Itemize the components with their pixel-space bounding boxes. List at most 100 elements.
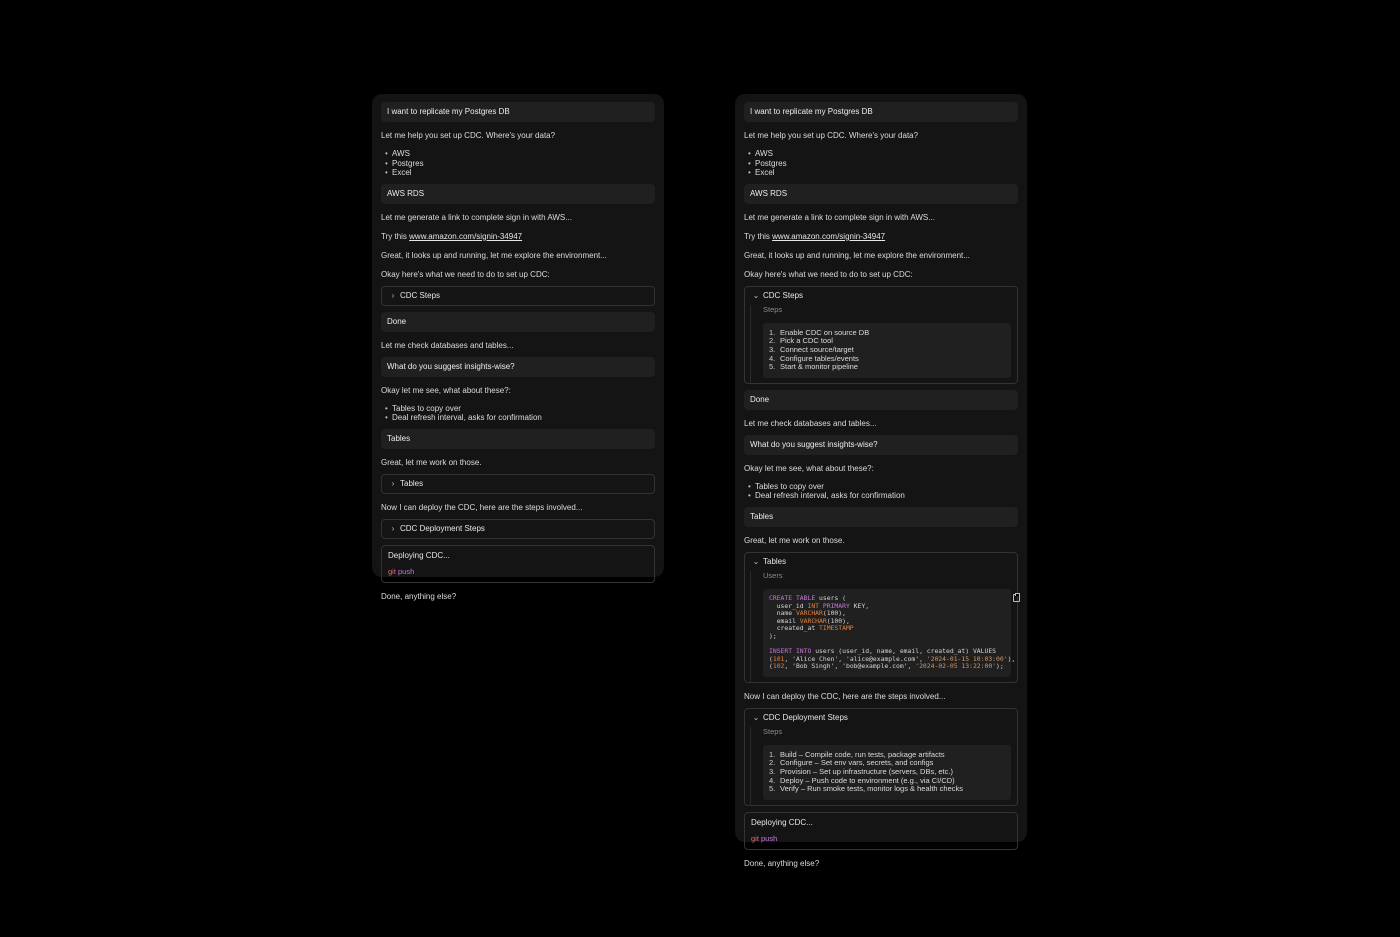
- steps-label: Steps: [763, 726, 783, 736]
- assistant-message: Try this www.amazon.com/signin-34947: [381, 229, 655, 244]
- assistant-message: Try this www.amazon.com/signin-34947: [744, 229, 1018, 244]
- sql-text: );: [769, 631, 777, 640]
- tables-toggle[interactable]: ⌄ Tables: [745, 553, 1017, 571]
- link-prefix: Try this: [381, 231, 410, 241]
- cdc-steps-collapsible[interactable]: › CDC Steps: [381, 285, 655, 306]
- suggestion-tables[interactable]: Tables to copy over: [385, 404, 655, 414]
- cmd-push: push: [761, 833, 778, 843]
- suggestion-list: Tables to copy over Deal refresh interva…: [744, 482, 1018, 501]
- sql-type: TIMESTAMP: [819, 624, 854, 633]
- assistant-message: Great, let me work on those.: [381, 457, 482, 467]
- assistant-message: Let me check databases and tables...: [381, 340, 514, 350]
- deploying-title: Deploying CDC...: [751, 817, 813, 827]
- suggestion-tables[interactable]: Tables to copy over: [748, 482, 1018, 492]
- option-aws[interactable]: AWS: [748, 149, 1018, 159]
- assistant-message: Great, it looks up and running, let me e…: [744, 250, 970, 260]
- sql-number: 102: [772, 662, 785, 671]
- aws-signin-link[interactable]: www.amazon.com/signin-34947: [772, 232, 885, 241]
- user-message: AWS RDS: [381, 183, 655, 204]
- chat-panel-expanded: I want to replicate my Postgres DB Let m…: [735, 94, 1027, 868]
- deploy-command: git push: [388, 567, 648, 576]
- suggestion-list: Tables to copy over Deal refresh interva…: [381, 404, 655, 423]
- cdc-steps-toggle[interactable]: ⌄ CDC Steps: [745, 287, 1017, 305]
- step-item: 5. Verify – Run smoke tests, monitor logs…: [769, 784, 1005, 794]
- user-message: What do you suggest insights-wise?: [744, 434, 1018, 455]
- cmd-push: push: [398, 566, 415, 576]
- collapsible-title: CDC Steps: [763, 291, 804, 301]
- steps-label: Steps: [763, 304, 783, 314]
- link-prefix: Try this: [744, 231, 773, 241]
- suggestion-refresh[interactable]: Deal refresh interval, asks for confirma…: [748, 491, 1018, 501]
- deploying-box: Deploying CDC... git push: [744, 811, 1018, 850]
- user-message: I want to replicate my Postgres DB: [744, 102, 1018, 122]
- chevron-right-icon: ›: [391, 291, 395, 301]
- chevron-down-icon: ⌄: [752, 557, 760, 567]
- chevron-down-icon: ⌄: [752, 713, 760, 723]
- option-excel[interactable]: Excel: [385, 168, 655, 178]
- sql-code-block: CREATE TABLE users ( user_id INT PRIMARY…: [763, 588, 1015, 677]
- option-postgres[interactable]: Postgres: [748, 159, 1018, 169]
- assistant-message: Okay here's what we need to do to set up…: [381, 269, 550, 279]
- user-message: I want to replicate my Postgres DB: [381, 102, 655, 122]
- assistant-message: Okay let me see, what about these?:: [744, 463, 874, 473]
- sql-text: );: [996, 662, 1004, 671]
- assistant-message: Let me check databases and tables...: [744, 418, 877, 428]
- cmd-git: git: [751, 833, 759, 843]
- tables-body: Users CREATE TABLE users ( user_id INT P…: [750, 570, 1020, 682]
- tables-collapsible[interactable]: ⌄ Tables Users CREATE TABLE users ( user…: [744, 551, 1020, 683]
- aws-signin-link[interactable]: www.amazon.com/signin-34947: [409, 232, 522, 241]
- chevron-down-icon: ⌄: [752, 291, 760, 301]
- user-message: Done: [381, 311, 655, 332]
- option-excel[interactable]: Excel: [748, 168, 1018, 178]
- option-aws[interactable]: AWS: [385, 149, 655, 159]
- option-list: AWS Postgres Excel: [381, 149, 655, 178]
- user-message: Tables: [381, 428, 655, 449]
- step-text: Verify – Run smoke tests, monitor logs &…: [780, 784, 963, 794]
- chevron-right-icon: ›: [391, 479, 395, 489]
- assistant-message: Okay let me see, what about these?:: [381, 385, 511, 395]
- steps-list-box: 1. Build – Compile code, run tests, packa…: [763, 744, 1011, 800]
- user-message: What do you suggest insights-wise?: [381, 356, 655, 377]
- code-block-wrapper: CREATE TABLE users ( user_id INT PRIMARY…: [763, 588, 1020, 677]
- cdc-steps-list: 1. Enable CDC on source DB 2. Pick a CDC t…: [769, 328, 1005, 372]
- user-message: AWS RDS: [744, 183, 1018, 204]
- cdc-steps-toggle[interactable]: › CDC Steps: [382, 287, 654, 305]
- clipboard-icon[interactable]: [1013, 592, 1020, 602]
- collapsible-title: CDC Deployment Steps: [400, 524, 485, 534]
- user-message: Done: [744, 389, 1018, 410]
- user-message: Tables: [744, 506, 1018, 527]
- deploy-steps-list: 1. Build – Compile code, run tests, packa…: [769, 750, 1005, 794]
- assistant-message: Now I can deploy the CDC, here are the s…: [381, 502, 583, 512]
- tables-toggle[interactable]: › Tables: [382, 475, 654, 493]
- assistant-message: Done, anything else?: [744, 858, 820, 868]
- assistant-message: Let me help you set up CDC. Where's your…: [744, 131, 919, 140]
- chevron-right-icon: ›: [391, 524, 395, 534]
- cdc-steps-collapsible[interactable]: ⌄ CDC Steps Steps 1. Enable CDC on source…: [744, 285, 1018, 384]
- assistant-message: Let me generate a link to complete sign …: [381, 212, 572, 222]
- suggestion-refresh[interactable]: Deal refresh interval, asks for confirma…: [385, 413, 655, 423]
- collapsible-title: Tables: [400, 479, 424, 489]
- tables-collapsible[interactable]: › Tables: [381, 473, 655, 494]
- deploy-steps-collapsible[interactable]: ⌄ CDC Deployment Steps Steps 1. Build – C…: [744, 707, 1018, 806]
- deploying-title: Deploying CDC...: [388, 550, 450, 560]
- collapsible-title: CDC Deployment Steps: [763, 713, 848, 723]
- step-number: 5.: [769, 784, 776, 794]
- collapsible-title: CDC Steps: [400, 291, 441, 301]
- assistant-message: Let me generate a link to complete sign …: [744, 212, 935, 222]
- chat-panel-collapsed: I want to replicate my Postgres DB Let m…: [372, 94, 664, 601]
- step-item: 5. Start & monitor pipeline: [769, 362, 1005, 372]
- sql-string: '2024-02-05 13:22:00': [915, 662, 997, 671]
- deploying-box: Deploying CDC... git push: [381, 544, 655, 583]
- deploy-steps-toggle[interactable]: › CDC Deployment Steps: [382, 520, 654, 538]
- deploy-steps-body: Steps 1. Build – Compile code, run tests,…: [750, 726, 1017, 805]
- deploy-steps-collapsible[interactable]: › CDC Deployment Steps: [381, 518, 655, 539]
- assistant-message: Now I can deploy the CDC, here are the s…: [744, 691, 946, 701]
- option-list: AWS Postgres Excel: [744, 149, 1018, 178]
- deploy-steps-toggle[interactable]: ⌄ CDC Deployment Steps: [745, 709, 1017, 727]
- option-postgres[interactable]: Postgres: [385, 159, 655, 169]
- cmd-git: git: [388, 566, 396, 576]
- collapsible-title: Tables: [763, 557, 787, 567]
- steps-list-box: 1. Enable CDC on source DB 2. Pick a CDC t…: [763, 322, 1011, 378]
- step-number: 5.: [769, 362, 776, 372]
- step-text: Start & monitor pipeline: [780, 362, 858, 372]
